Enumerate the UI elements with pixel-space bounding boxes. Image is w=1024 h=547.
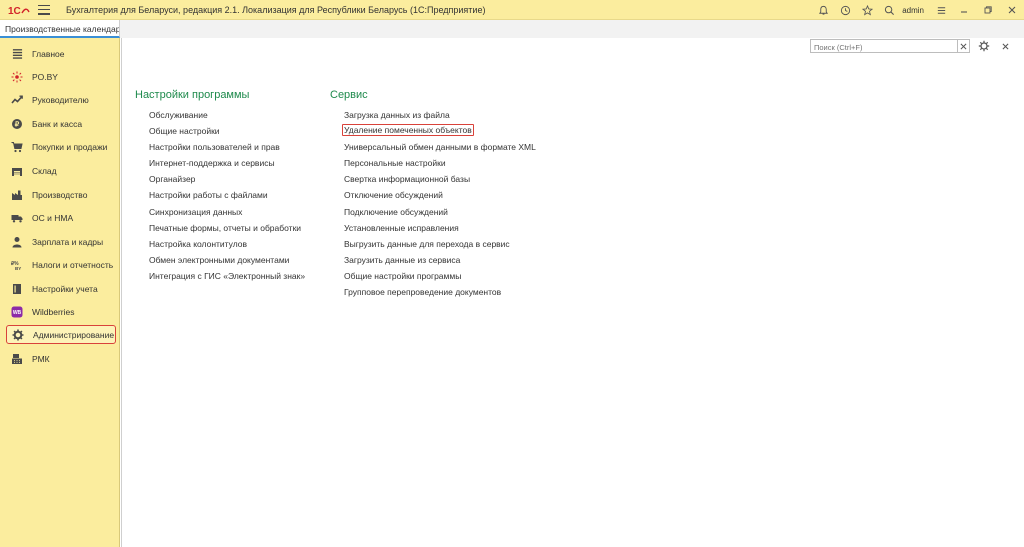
sidebar-item-label: Банк и касса	[32, 118, 83, 129]
bell-icon[interactable]	[812, 0, 834, 20]
sidebar-item-label: Налоги и отчетность	[32, 259, 114, 270]
link-enable-discussions[interactable]: Подключение обсуждений	[344, 206, 448, 218]
sidebar-item-label: Склад	[32, 165, 57, 176]
list-icon	[10, 47, 24, 61]
close-window-button[interactable]	[1000, 0, 1024, 20]
tab-production-calendars[interactable]: Производственные календари	[0, 20, 120, 38]
gear-icon	[11, 328, 25, 342]
wb-icon: WB	[10, 305, 24, 319]
link-load-from-file[interactable]: Загрузка данных из файла	[344, 109, 450, 121]
svg-text:BY: BY	[15, 266, 21, 271]
warehouse-icon	[10, 164, 24, 178]
restore-button[interactable]	[976, 0, 1000, 20]
link-group-reposting[interactable]: Групповое перепроведение документов	[344, 286, 501, 298]
sidebar-item-warehouse[interactable]: Склад	[6, 161, 116, 180]
1c-logo-icon: 1С	[8, 4, 30, 16]
factory-icon	[10, 188, 24, 202]
cart-icon	[10, 140, 24, 154]
user-name[interactable]: admin	[902, 6, 924, 15]
sidebar-item-label: Зарплата и кадры	[32, 236, 104, 247]
sidebar-item-label: Главное	[32, 48, 65, 59]
settings-menu-icon[interactable]	[930, 0, 952, 20]
sidebar-item-fixed-assets[interactable]: ОС и НМА	[6, 208, 116, 227]
link-print-forms-reports[interactable]: Печатные формы, отчеты и обработки	[149, 222, 301, 234]
sidebar-item-label: ОС и НМА	[32, 212, 74, 223]
search-icon[interactable]	[878, 0, 900, 20]
sidebar-item-manager[interactable]: Руководителю	[6, 90, 116, 109]
sections-panel: Главное PO.BY Руководителю ₽ Банк и касс…	[0, 38, 120, 547]
link-export-to-service[interactable]: Выгрузить данные для перехода в сервис	[344, 238, 510, 250]
register-icon	[10, 352, 24, 366]
link-internet-support[interactable]: Интернет-поддержка и сервисы	[149, 157, 275, 169]
link-personal-settings[interactable]: Персональные настройки	[344, 157, 446, 169]
link-data-sync[interactable]: Синхронизация данных	[149, 206, 242, 218]
trend-icon	[10, 93, 24, 107]
link-import-from-service[interactable]: Загрузить данные из сервиса	[344, 254, 460, 266]
title-bar: 1С Бухгалтерия для Беларуси, редакция 2.…	[0, 0, 1024, 20]
link-general-program-settings[interactable]: Общие настройки программы	[344, 270, 461, 282]
sidebar-item-taxes-reports[interactable]: ₽% BY Налоги и отчетность	[6, 255, 116, 274]
link-delete-marked-objects[interactable]: Удаление помеченных объектов	[342, 124, 474, 136]
sun-icon	[10, 70, 24, 84]
tax-icon: ₽% BY	[10, 258, 24, 272]
link-general-settings[interactable]: Общие настройки	[149, 125, 220, 137]
open-windows-bar: Производственные календари	[0, 20, 1024, 38]
sidebar-item-label: Настройки учета	[32, 283, 98, 294]
sidebar-item-production[interactable]: Производство	[6, 185, 116, 204]
sidebar-item-purchases-sales[interactable]: Покупки и продажи	[6, 137, 116, 156]
link-installed-fixes[interactable]: Установленные исправления	[344, 222, 459, 234]
link-file-settings[interactable]: Настройки работы с файлами	[149, 189, 268, 201]
sidebar-item-bank-cash[interactable]: ₽ Банк и касса	[6, 114, 116, 133]
sidebar-item-label: РМК	[32, 353, 50, 364]
panel-settings-gear-icon[interactable]	[977, 39, 991, 53]
link-infobase-collapse[interactable]: Свертка информационной базы	[344, 173, 470, 185]
svg-text:WB: WB	[13, 310, 22, 316]
sidebar-item-label: Производство	[32, 189, 88, 200]
link-xml-exchange[interactable]: Универсальный обмен данными в формате XM…	[344, 141, 536, 153]
sidebar-item-administration[interactable]: Администрирование	[6, 325, 116, 344]
sidebar-item-label: Wildberries	[32, 306, 75, 317]
sidebar-item-rmk[interactable]: РМК	[6, 349, 116, 368]
sidebar-item-label: Администрирование	[33, 329, 115, 340]
favorites-star-icon[interactable]	[856, 0, 878, 20]
link-users-rights-settings[interactable]: Настройки пользователей и прав	[149, 141, 280, 153]
section-title-service: Сервис	[330, 89, 368, 101]
link-header-footer-settings[interactable]: Настройка колонтитулов	[149, 238, 247, 250]
sidebar-item-wildberries[interactable]: WB Wildberries	[6, 302, 116, 321]
person-icon	[10, 235, 24, 249]
sidebar-item-label: Руководителю	[32, 94, 89, 105]
link-maintenance[interactable]: Обслуживание	[149, 109, 208, 121]
book-icon	[10, 282, 24, 296]
sidebar-item-label: Покупки и продажи	[32, 141, 108, 152]
link-edi-exchange[interactable]: Обмен электронными документами	[149, 254, 289, 266]
minimize-button[interactable]	[952, 0, 976, 20]
search-input[interactable]	[810, 39, 958, 53]
close-panel-button[interactable]	[999, 39, 1011, 53]
link-disable-discussions[interactable]: Отключение обсуждений	[344, 189, 443, 201]
sidebar-item-label: PO.BY	[32, 71, 58, 82]
coin-icon: ₽	[10, 117, 24, 131]
section-title-settings: Настройки программы	[135, 89, 250, 101]
truck-icon	[10, 211, 24, 225]
sidebar-item-po-by[interactable]: PO.BY	[6, 67, 116, 86]
app-title: Бухгалтерия для Беларуси, редакция 2.1. …	[66, 4, 486, 15]
sidebar-item-main[interactable]: Главное	[6, 44, 116, 63]
history-icon[interactable]	[834, 0, 856, 20]
sidebar-item-salary-hr[interactable]: Зарплата и кадры	[6, 232, 116, 251]
main-menu-button[interactable]	[38, 4, 50, 15]
link-gis-integration[interactable]: Интеграция с ГИС «Электронный знак»	[149, 270, 305, 282]
svg-text:1С: 1С	[8, 6, 21, 16]
administration-panel: Настройки программы Обслуживание Общие н…	[121, 38, 1024, 547]
link-organizer[interactable]: Органайзер	[149, 173, 195, 185]
sidebar-item-accounting-settings[interactable]: Настройки учета	[6, 279, 116, 298]
svg-text:₽: ₽	[15, 120, 20, 128]
clear-search-button[interactable]	[957, 39, 970, 53]
